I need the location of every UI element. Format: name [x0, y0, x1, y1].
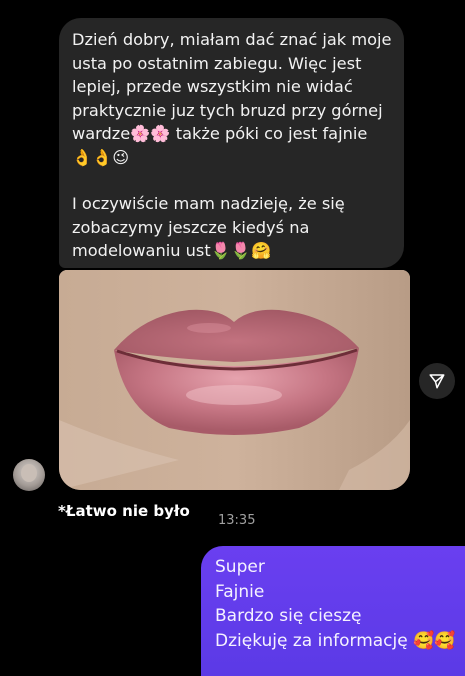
outgoing-line-1: Super [215, 557, 265, 577]
outgoing-line-2: Fajnie [215, 581, 265, 602]
incoming-message-bubble[interactable]: Dzień dobry, miałam dać znać jak moje us… [59, 18, 404, 268]
incoming-message-paragraph-1: Dzień dobry, miałam dać znać jak moje us… [72, 30, 392, 167]
timestamp: 13:35 [218, 513, 256, 528]
lips-photo[interactable] [59, 270, 410, 490]
incoming-message-paragraph-2: I oczywiście mam nadzieję, że się zobacz… [72, 194, 345, 260]
outgoing-message-bubble[interactable]: Super Fajnie Bardzo się cieszę Dziękuję … [201, 546, 465, 676]
send-icon[interactable] [419, 363, 455, 399]
outgoing-line-4: Dziękuję za informację 🥰🥰 [215, 630, 456, 651]
avatar[interactable] [13, 459, 45, 491]
outgoing-line-3: Bardzo się cieszę [215, 606, 362, 626]
lips-image [59, 270, 410, 490]
reaction-text: *Łatwo nie było [58, 502, 190, 520]
